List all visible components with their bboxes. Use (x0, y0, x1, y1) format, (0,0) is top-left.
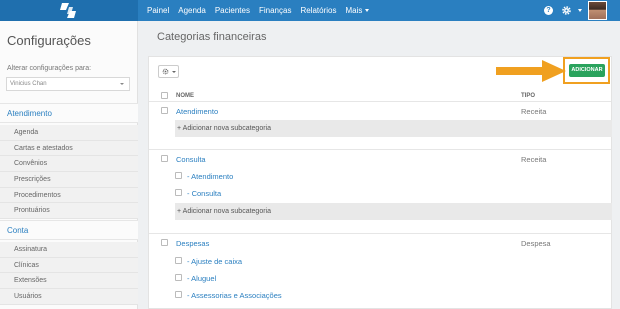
nav-painel[interactable]: Painel (147, 6, 169, 15)
help-icon[interactable]: ? (544, 6, 553, 15)
table-row: Atendimento Receita (149, 103, 611, 120)
add-subcategory-label: Adicionar nova subcategoria (182, 125, 271, 132)
row-checkbox[interactable] (175, 274, 182, 281)
row-checkbox[interactable] (161, 239, 168, 246)
logo-area[interactable] (0, 0, 138, 21)
sidebar-item-assinatura[interactable]: Assinatura (0, 242, 138, 258)
avatar[interactable] (588, 1, 607, 20)
pointer-arrow-icon (496, 60, 566, 82)
user-select-value: Vinicius Chan (10, 81, 47, 87)
table-row: - Consulta (149, 185, 611, 202)
column-name-header: NOME (176, 93, 194, 99)
alter-settings-label: Alterar configurações para: (7, 65, 92, 72)
group-divider (149, 233, 611, 234)
group-divider (149, 149, 611, 150)
table-header: NOME TIPO (149, 90, 611, 102)
sidebar-item-agenda[interactable]: Agenda (0, 125, 138, 141)
category-name-link[interactable]: Consulta (176, 155, 206, 164)
subcategory-name-link[interactable]: - Aluguel (187, 274, 216, 283)
top-navbar: Painel Agenda Pacientes Finanças Relatór… (0, 0, 620, 21)
table-row: - Assessorias e Associações (149, 287, 611, 304)
gear-icon[interactable] (561, 5, 572, 16)
row-checkbox[interactable] (175, 257, 182, 264)
cog-icon (162, 68, 169, 75)
sidebar-title: Configurações (7, 33, 91, 48)
main-nav: Painel Agenda Pacientes Finanças Relatór… (147, 0, 378, 21)
column-type-header: TIPO (521, 93, 536, 99)
user-menu-chevron-icon[interactable] (578, 9, 582, 12)
settings-sidebar: Configurações Alterar configurações para… (0, 21, 138, 309)
page-title: Categorias financeiras (157, 31, 267, 43)
sidebar-item-prescricoes[interactable]: Prescrições (0, 172, 138, 188)
categories-panel: ADICIONAR NOME TIPO Atendimento Receita … (148, 56, 612, 309)
chevron-down-icon (365, 9, 370, 13)
sidebar-item-procedimentos[interactable]: Procedimentos (0, 188, 138, 204)
bulk-actions-dropdown[interactable] (158, 65, 179, 78)
category-type: Despesa (521, 239, 551, 248)
sidebar-list-conta: Assinatura Clínicas Extensões Usuários (0, 242, 138, 305)
chevron-down-icon (172, 71, 176, 73)
category-type: Receita (521, 155, 547, 164)
table-row: Consulta Receita (149, 151, 611, 168)
sidebar-item-cartas[interactable]: Cartas e atestados (0, 141, 138, 157)
category-name-link[interactable]: Atendimento (176, 107, 218, 116)
table-row: - Atendimento (149, 168, 611, 185)
table-row: - Aluguel (149, 270, 611, 287)
nav-mais-label: Mais (345, 6, 363, 15)
sidebar-item-convenios[interactable]: Convênios (0, 156, 138, 173)
table-row: - Ajuste de caixa (149, 253, 611, 270)
sidebar-section-atendimento[interactable]: Atendimento (0, 103, 138, 123)
row-checkbox[interactable] (175, 172, 182, 179)
add-button-highlight: ADICIONAR (563, 57, 610, 84)
row-checkbox[interactable] (161, 107, 168, 114)
nav-mais[interactable]: Mais (345, 6, 370, 15)
sidebar-list-atendimento: Agenda Cartas e atestados Convênios Pres… (0, 125, 138, 220)
row-checkbox[interactable] (175, 291, 182, 298)
nav-financas[interactable]: Finanças (259, 6, 291, 15)
app-logo-icon[interactable] (60, 3, 76, 18)
category-name-link[interactable]: Despesas (176, 239, 209, 248)
nav-pacientes[interactable]: Pacientes (215, 6, 250, 15)
add-subcategory-link[interactable]: + Adicionar nova subcategoria (175, 203, 612, 220)
row-checkbox[interactable] (175, 189, 182, 196)
table-row: Despesas Despesa (149, 235, 611, 252)
nav-agenda[interactable]: Agenda (178, 6, 206, 15)
add-button[interactable]: ADICIONAR (569, 64, 605, 77)
sidebar-item-prontuarios[interactable]: Prontuários (0, 203, 138, 220)
subcategory-name-link[interactable]: - Assessorias e Associações (187, 291, 282, 300)
sidebar-section-conta[interactable]: Conta (0, 220, 138, 240)
nav-relatorios[interactable]: Relatórios (300, 6, 336, 15)
sidebar-item-usuarios[interactable]: Usuários (0, 289, 138, 305)
sidebar-item-extensoes[interactable]: Extensões (0, 273, 138, 290)
row-checkbox[interactable] (161, 155, 168, 162)
subcategory-name-link[interactable]: - Atendimento (187, 172, 233, 181)
subcategory-name-link[interactable]: - Consulta (187, 189, 221, 198)
add-subcategory-label: Adicionar nova subcategoria (182, 208, 271, 215)
select-all-checkbox[interactable] (161, 92, 168, 99)
user-select[interactable]: Vinicius Chan (6, 77, 130, 91)
sidebar-item-clinicas[interactable]: Clínicas (0, 258, 138, 274)
chevron-down-icon (120, 83, 124, 85)
category-type: Receita (521, 107, 547, 116)
add-subcategory-link[interactable]: + Adicionar nova subcategoria (175, 120, 612, 137)
subcategory-name-link[interactable]: - Ajuste de caixa (187, 257, 242, 266)
